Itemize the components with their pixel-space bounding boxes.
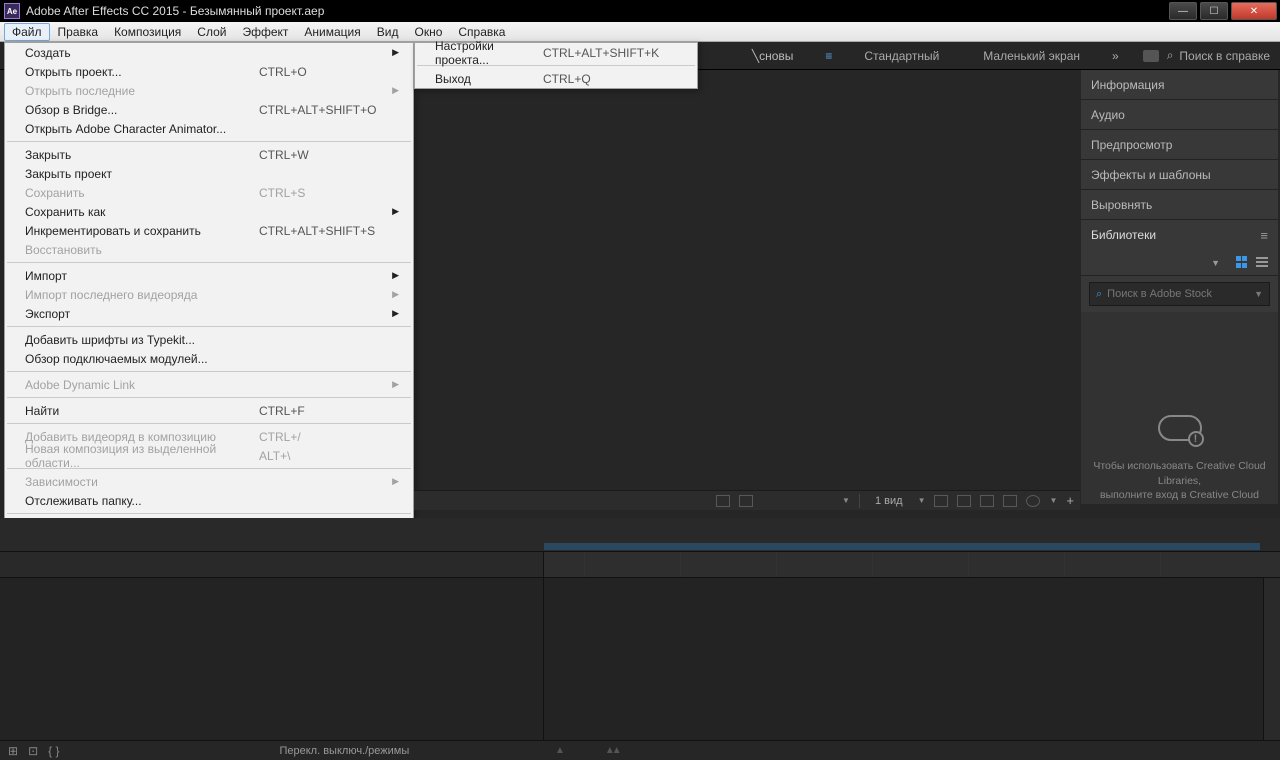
menu-item: Восстановить [5, 240, 413, 259]
menu-item: Зависимости▶ [5, 472, 413, 491]
menu-item[interactable]: Импорт▶ [5, 266, 413, 285]
menu-item[interactable]: Инкрементировать и сохранитьCTRL+ALT+SHI… [5, 221, 413, 240]
menu-item: СохранитьCTRL+S [5, 183, 413, 202]
minimize-button[interactable]: — [1169, 2, 1197, 20]
window-controls: — ☐ ✕ [1169, 2, 1280, 20]
library-search-placeholder: Поиск в Adobe Stock [1107, 288, 1254, 300]
search-icon: ⌕ [1167, 48, 1174, 63]
viewer-icon[interactable] [957, 495, 971, 507]
library-body: ! Чтобы использовать Creative Cloud Libr… [1081, 312, 1278, 504]
timeline-header [0, 518, 1280, 552]
workspace-tab-1[interactable]: ╲сновы [730, 42, 816, 70]
menu-item: Новая композиция из выделенной области..… [5, 446, 413, 465]
chevron-down-icon[interactable]: ▼ [1049, 496, 1057, 505]
maximize-button[interactable]: ☐ [1200, 2, 1228, 20]
workspace-tab-3[interactable]: Маленький экран [961, 42, 1102, 70]
menu-item[interactable]: Открыть Adobe Character Animator... [5, 119, 413, 138]
panel-preview[interactable]: Предпросмотр [1081, 130, 1278, 160]
menu-item: Adobe Dynamic Link▶ [5, 375, 413, 394]
app-icon: Ae [4, 3, 20, 19]
list-view-icon[interactable] [1256, 256, 1270, 270]
status-icon[interactable]: ⊡ [28, 744, 38, 758]
menu-item[interactable]: Обзор в Bridge...CTRL+ALT+SHIFT+O [5, 100, 413, 119]
viewer-icon[interactable] [739, 495, 753, 507]
chevron-down-icon[interactable]: ▼ [842, 496, 850, 505]
menu-item[interactable]: Закрыть проект [5, 164, 413, 183]
library-search[interactable]: ⌕ Поиск в Adobe Stock ▼ [1089, 282, 1270, 306]
viewer-icon[interactable] [716, 495, 730, 507]
menu-edit[interactable]: Правка [50, 23, 107, 41]
menu-item[interactable]: Настройки проекта...CTRL+ALT+SHIFT+K [415, 43, 697, 62]
grid-view-icon[interactable] [1236, 256, 1250, 270]
workspace-switcher: ╲сновы ≡ Стандартный Маленький экран » ⌕… [730, 42, 1270, 70]
menu-view[interactable]: Вид [369, 23, 407, 41]
search-icon: ⌕ [1096, 288, 1102, 301]
menu-item[interactable]: ВыходCTRL+Q [415, 69, 697, 88]
close-button[interactable]: ✕ [1231, 2, 1277, 20]
statusbar: ⊞ ⊡ { } Перекл. выключ./режимы ▲ ▲▲ [0, 740, 1280, 760]
panel-audio[interactable]: Аудио [1081, 100, 1278, 130]
help-search-placeholder: Поиск в справке [1179, 49, 1270, 63]
zoom-handle-icon[interactable]: ▲ [555, 745, 565, 756]
menu-composition[interactable]: Композиция [106, 23, 189, 41]
panel-align[interactable]: Выровнять [1081, 190, 1278, 220]
chevron-down-icon[interactable]: ▼ [918, 496, 926, 505]
menu-item[interactable]: НайтиCTRL+F [5, 401, 413, 420]
menu-file[interactable]: Файл [4, 23, 50, 41]
chevron-down-icon[interactable]: ▼ [1211, 258, 1220, 268]
panel-libraries-title[interactable]: Библиотеки [1091, 228, 1156, 242]
timeline-track-area[interactable] [544, 578, 1280, 740]
workspace-more[interactable]: » [1102, 42, 1129, 70]
cloud-warning-icon: ! [1158, 411, 1202, 445]
timeline-layer-list[interactable] [0, 578, 544, 740]
file-menu-tail: Настройки проекта...CTRL+ALT+SHIFT+K Выхо… [414, 42, 698, 89]
menu-item[interactable]: Открыть проект...CTRL+O [5, 62, 413, 81]
viewer-icon[interactable] [1003, 495, 1017, 507]
panel-effects[interactable]: Эффекты и шаблоны [1081, 160, 1278, 190]
view-count[interactable]: 1 вид [869, 495, 909, 507]
window-title: Adobe After Effects CC 2015 - Безымянный… [26, 4, 324, 18]
right-panel-stack: Информация Аудио Предпросмотр Эффекты и … [1081, 70, 1278, 504]
menu-item[interactable]: Экспорт▶ [5, 304, 413, 323]
timeline-columns [0, 552, 1280, 578]
menu-item[interactable]: ЗакрытьCTRL+W [5, 145, 413, 164]
menu-animation[interactable]: Анимация [296, 23, 368, 41]
status-toggle-label[interactable]: Перекл. выключ./режимы [279, 745, 409, 757]
menu-item[interactable]: Обзор подключаемых модулей... [5, 349, 413, 368]
help-search[interactable]: ⌕ Поиск в справке [1143, 48, 1270, 63]
chevron-down-icon[interactable]: ▼ [1254, 289, 1263, 299]
panel-menu-icon[interactable]: ≡ [1260, 228, 1268, 243]
menu-item[interactable]: Сохранить как▶ [5, 202, 413, 221]
workspace-tab-2[interactable]: Стандартный [842, 42, 961, 70]
menubar: Файл Правка Композиция Слой Эффект Анима… [0, 22, 1280, 42]
panel-info[interactable]: Информация [1081, 70, 1278, 100]
menu-effect[interactable]: Эффект [234, 23, 296, 41]
zoom-handle-icon[interactable]: ▲▲ [605, 745, 619, 756]
menu-item[interactable]: Создать▶ [5, 43, 413, 62]
scrollbar-vertical[interactable] [1263, 578, 1280, 740]
panel-libraries: Библиотеки ≡ ▼ ⌕ Поиск в Adobe Stock ▼ !… [1081, 220, 1278, 504]
menu-layer[interactable]: Слой [189, 23, 234, 41]
timeline-panel [0, 518, 1280, 740]
viewer-icon[interactable] [934, 495, 948, 507]
cc-toggle-icon[interactable] [1143, 50, 1159, 62]
menu-item[interactable]: Отслеживать папку... [5, 491, 413, 510]
menu-item: Открыть последние▶ [5, 81, 413, 100]
viewer-footer: ▼ 1 вид ▼ ▼ + [414, 490, 1080, 510]
status-icon[interactable]: { } [48, 744, 59, 758]
viewer-icon[interactable] [1026, 495, 1040, 507]
cc-signin-message: Чтобы использовать Creative Cloud Librar… [1093, 459, 1265, 502]
add-button[interactable]: + [1066, 493, 1074, 508]
menu-item[interactable]: Добавить шрифты из Typekit... [5, 330, 413, 349]
status-icon[interactable]: ⊞ [8, 744, 18, 758]
workspace-tab-1-menu[interactable]: ≡ [815, 42, 842, 70]
titlebar: Ae Adobe After Effects CC 2015 - Безымян… [0, 0, 1280, 22]
viewer-icon[interactable] [980, 495, 994, 507]
menu-item: Импорт последнего видеоряда▶ [5, 285, 413, 304]
